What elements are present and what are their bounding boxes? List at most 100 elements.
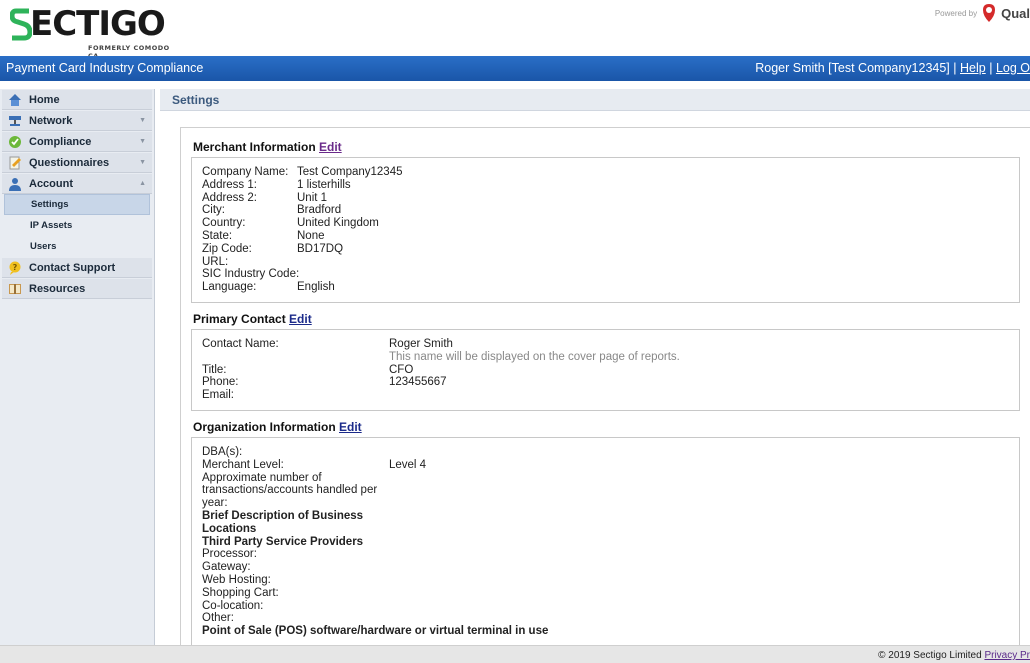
footer-text: © 2019 Sectigo Limited Privacy Pr [878, 650, 1030, 661]
home-icon [9, 93, 21, 106]
row-value: CFO [389, 363, 414, 376]
info-row: Phone: 123455667 [202, 376, 1009, 389]
row-value: None [297, 229, 325, 242]
row-label: Language: [202, 281, 257, 294]
info-row: Company Name: Test Company12345 [202, 166, 1009, 179]
row-label: DBA(s): [202, 445, 243, 458]
contact-name-hint: This name will be displayed on the cover… [389, 350, 680, 363]
row-label: Approximate number of [202, 471, 322, 484]
sectigo-logo[interactable]: ECTIGO FORMERLY COMODO CA [10, 4, 170, 60]
sidebar-item-label: Account [29, 177, 73, 190]
top-navbar: Payment Card Industry Compliance Roger S… [0, 56, 1030, 81]
contact-section-title: Primary Contact Edit [193, 312, 1020, 326]
row-value: United Kingdom [297, 217, 379, 230]
row-label: Processor: [202, 548, 257, 561]
organization-info-box: DBA(s): Merchant Level: Level 4 Approxima… [191, 436, 1020, 645]
row-value: Test Company12345 [297, 166, 403, 178]
privacy-link[interactable]: Privacy Pr [984, 650, 1030, 661]
info-row: Country: United Kingdom [202, 217, 1009, 230]
logo-s-icon [10, 8, 32, 41]
powered-by: Powered by Qual [935, 3, 1030, 23]
info-row: DBA(s): [202, 446, 1009, 459]
info-row: Language: English [202, 281, 1009, 294]
merchant-edit-link[interactable]: Edit [319, 140, 342, 154]
sidebar-item-account[interactable]: Account ▲ [2, 174, 152, 194]
org-edit-link[interactable]: Edit [339, 420, 362, 434]
page-title: Settings [160, 89, 1030, 111]
help-link[interactable]: Help [960, 61, 986, 75]
sidebar-item-network[interactable]: Network ▼ [2, 111, 152, 131]
info-row: State: None [202, 230, 1009, 243]
sidebar-item-questionnaires[interactable]: Questionnaires ▼ [2, 153, 152, 173]
row-label: Gateway: [202, 561, 251, 574]
info-row: Merchant Level: Level 4 [202, 459, 1009, 472]
sidebar-item-contact-support[interactable]: ? Contact Support [2, 258, 152, 278]
info-row: Other: [202, 612, 1009, 625]
info-row: Approximate number of [202, 472, 1009, 485]
chevron-down-icon: ▼ [139, 159, 146, 166]
main-area: Settings Merchant Information Edit Compa… [160, 89, 1030, 645]
row-value: Roger Smith [389, 337, 453, 350]
logout-link[interactable]: Log O [996, 61, 1030, 75]
row-value: English [297, 281, 335, 294]
settings-content: Merchant Information Edit Company Name: T… [180, 127, 1030, 645]
row-label: SIC Industry Code: [202, 268, 300, 281]
sidebar-item-home[interactable]: Home [2, 90, 152, 110]
merchant-section-title: Merchant Information Edit [193, 140, 1020, 154]
info-row: URL: [202, 256, 1009, 269]
info-row: year: [202, 497, 1009, 510]
row-label: Web Hosting: [202, 573, 271, 586]
info-row: Web Hosting: [202, 574, 1009, 587]
sidebar-subitem-ip-assets[interactable]: IP Assets [4, 215, 150, 236]
row-label: Company Name: [202, 166, 289, 178]
info-row: Email: [202, 389, 1009, 402]
info-row: Address 2: Unit 1 [202, 192, 1009, 205]
contact-edit-link[interactable]: Edit [289, 312, 312, 326]
sidebar-item-resources[interactable]: Resources [2, 279, 152, 299]
row-label: Address 2: [202, 191, 257, 204]
row-label: Title: [202, 363, 227, 376]
separator: | [989, 61, 993, 75]
network-icon [9, 115, 21, 126]
row-label: Point of Sale (POS) software/hardware or… [202, 625, 549, 638]
row-value: 123455667 [389, 376, 447, 389]
info-row: City: Bradford [202, 204, 1009, 217]
row-label: Address 1: [202, 178, 257, 191]
info-row: Point of Sale (POS) software/hardware or… [202, 625, 1009, 638]
info-row: Co-location: [202, 600, 1009, 613]
section-heading: Organization Information [193, 419, 336, 434]
info-row: This name will be displayed on the cover… [202, 351, 1009, 364]
questionnaire-icon [9, 156, 21, 169]
row-label: year: [202, 497, 228, 510]
info-row: Shopping Cart: [202, 587, 1009, 600]
row-label: URL: [202, 255, 229, 268]
sidebar-subitem-users[interactable]: Users [4, 236, 150, 257]
user-name: Roger Smith [Test Company12345] [755, 61, 950, 75]
sidebar-item-compliance[interactable]: Compliance ▼ [2, 132, 152, 152]
separator: | [953, 61, 957, 75]
compliance-icon [9, 135, 21, 148]
info-row: Third Party Service Providers [202, 536, 1009, 549]
app-title: Payment Card Industry Compliance [6, 61, 204, 75]
chevron-up-icon: ▲ [139, 180, 146, 187]
powered-by-text: Powered by [934, 8, 978, 18]
info-row: transactions/accounts handled per [202, 484, 1009, 497]
account-icon [9, 177, 21, 191]
sidebar: Home Network ▼ Compliance ▼ Questionnair… [0, 89, 155, 645]
row-value: BD17DQ [297, 242, 344, 255]
row-label: Merchant Level: [202, 458, 284, 471]
row-label: State: [202, 229, 233, 242]
row-label: Country: [202, 217, 246, 230]
info-row: SIC Industry Code: [202, 268, 1009, 281]
row-label: Email: [202, 389, 234, 402]
row-value: Unit 1 [297, 191, 328, 204]
header: ECTIGO FORMERLY COMODO CA Powered by Qua… [0, 0, 1030, 60]
sidebar-subitem-settings[interactable]: Settings [4, 194, 150, 215]
user-menu: Roger Smith [Test Company12345] | Help |… [755, 61, 1030, 75]
chevron-down-icon: ▼ [139, 117, 146, 124]
partner-name: Qual [1001, 5, 1030, 21]
row-label: Third Party Service Providers [202, 535, 364, 548]
support-icon: ? [9, 261, 21, 275]
org-section-title: Organization Information Edit [193, 420, 1020, 434]
svg-text:?: ? [13, 263, 18, 272]
